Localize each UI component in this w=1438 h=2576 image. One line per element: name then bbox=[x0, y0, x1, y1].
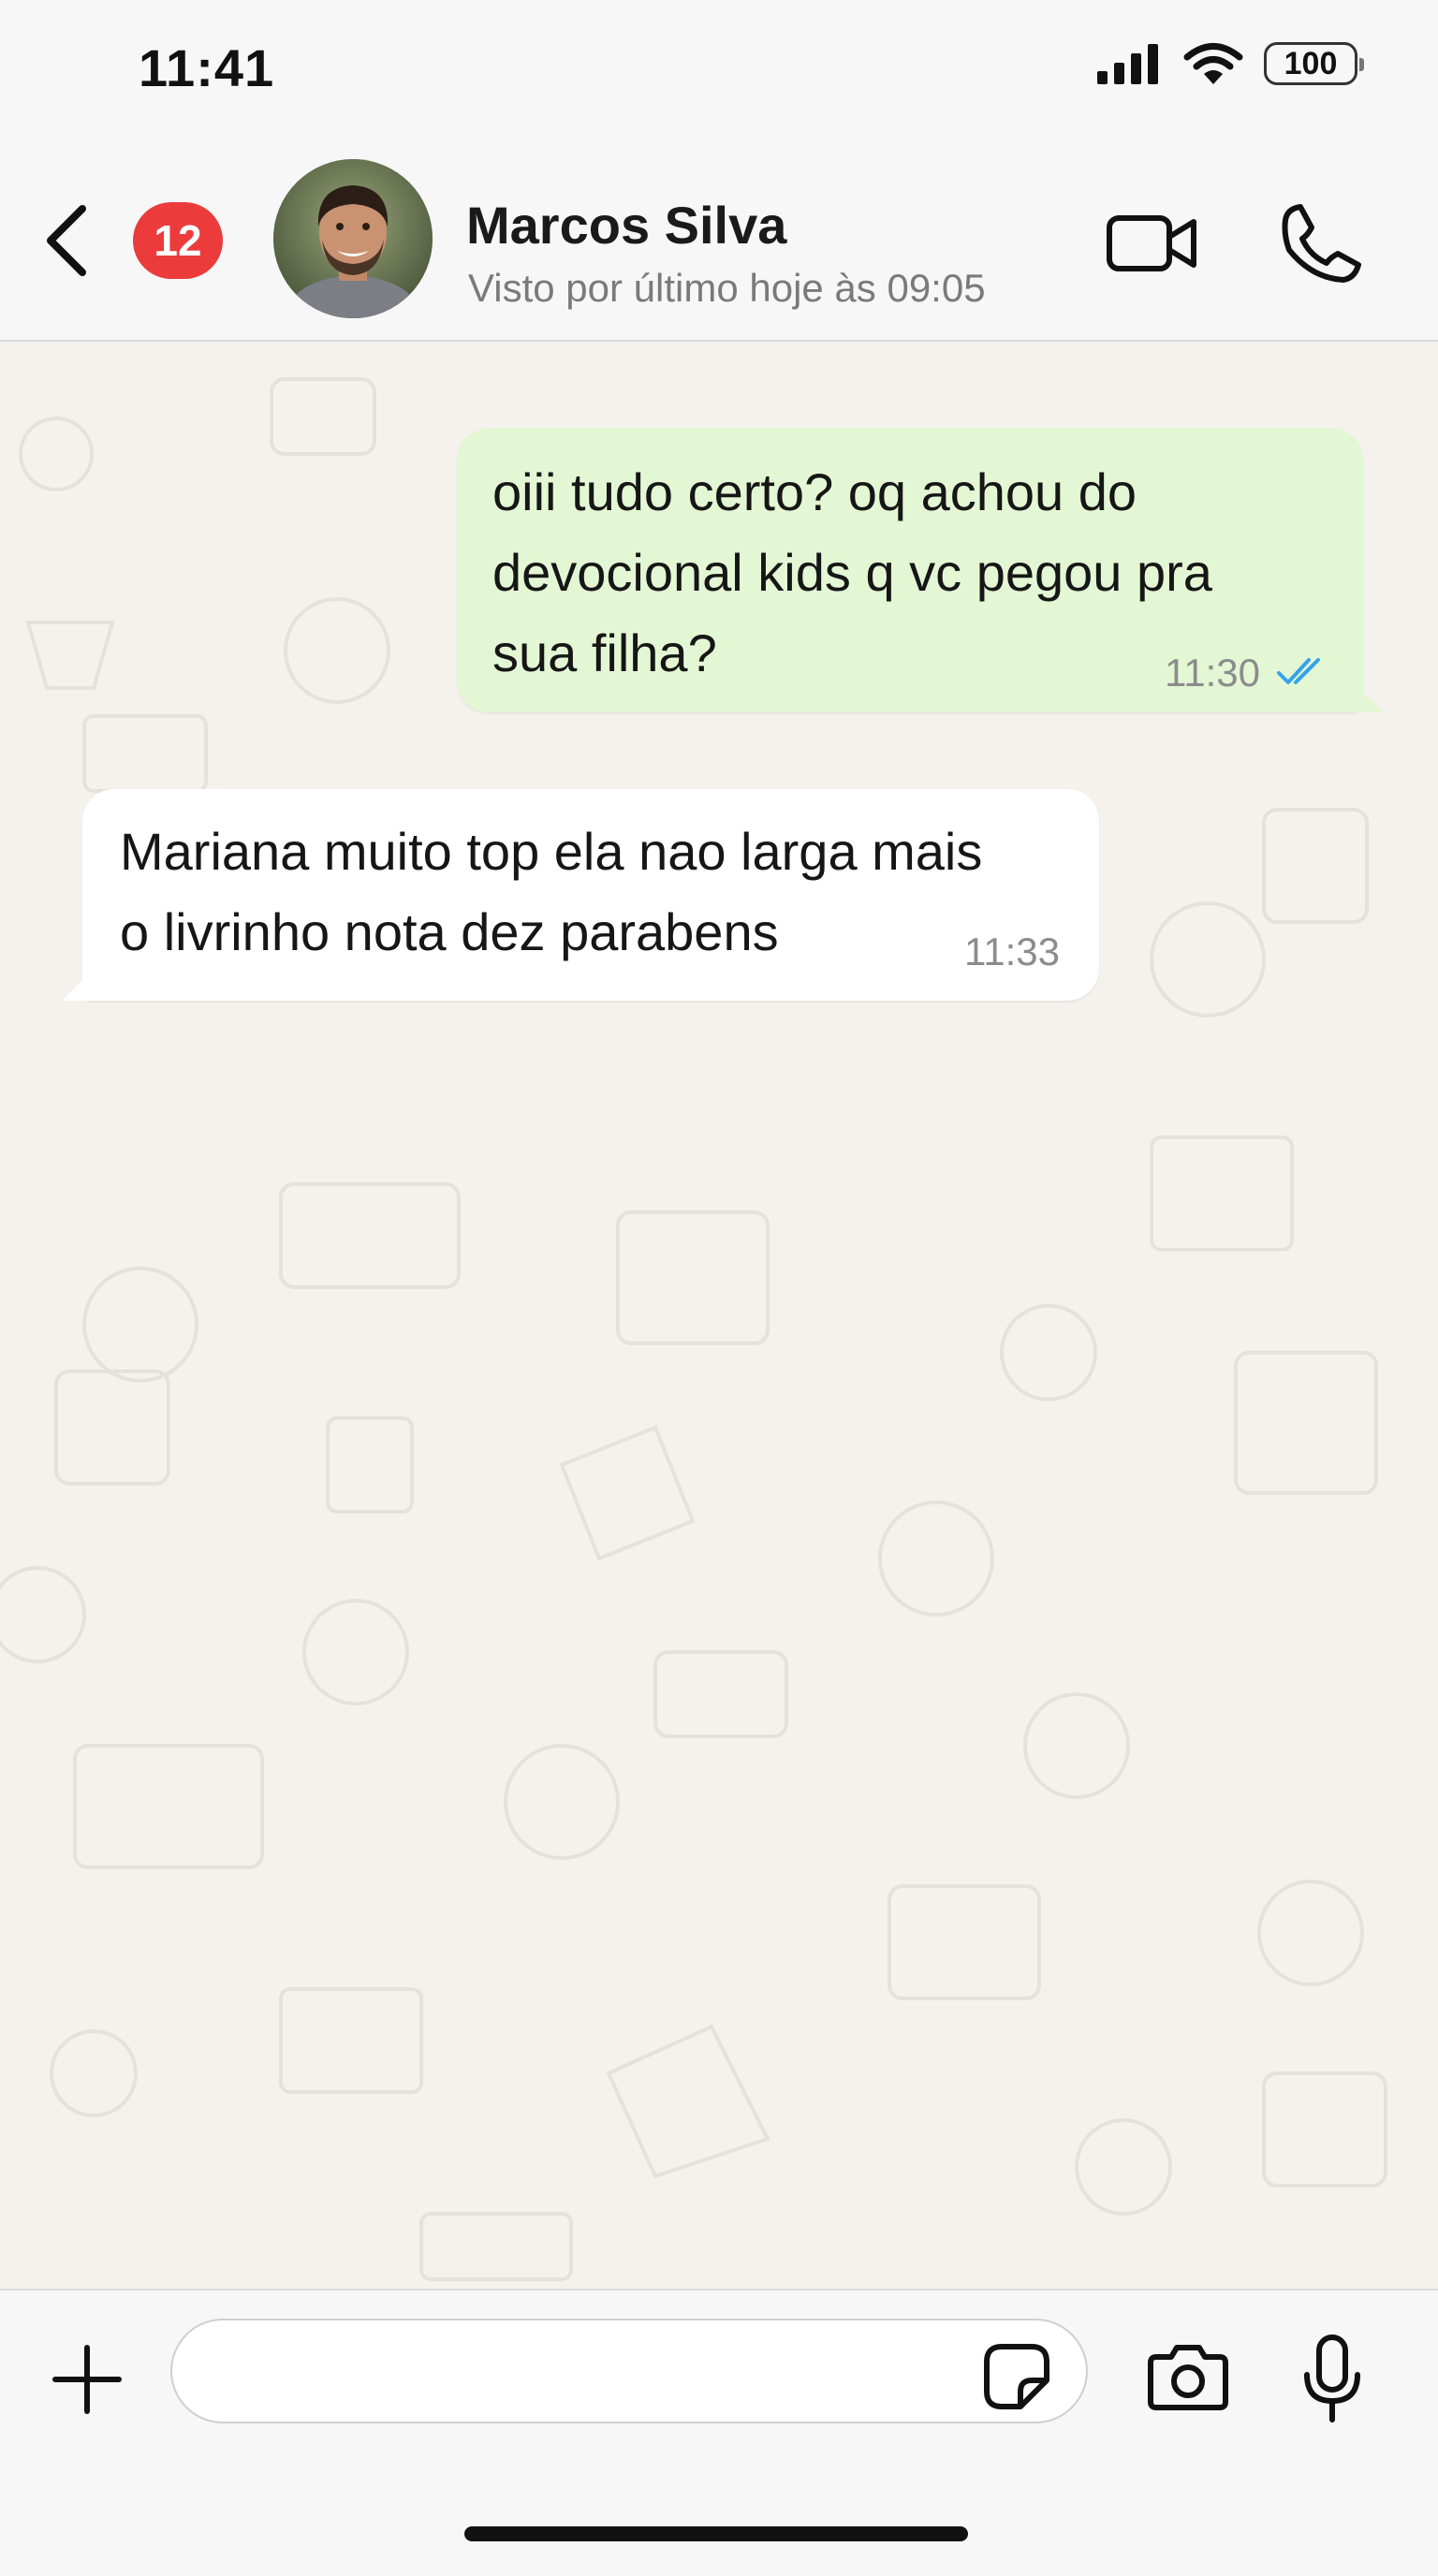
message-time: 11:30 bbox=[1165, 651, 1260, 695]
microphone-button[interactable] bbox=[1294, 2332, 1371, 2425]
chat-header: 12 Marcos Silva Visto por último hoje às… bbox=[0, 140, 1438, 342]
incoming-message[interactable]: Mariana muito top ela nao larga mais o l… bbox=[62, 789, 1099, 1001]
outgoing-message[interactable]: oiii tudo certo? oq achou do devocional … bbox=[457, 428, 1384, 712]
video-call-button[interactable] bbox=[1101, 206, 1204, 281]
phone-icon bbox=[1282, 204, 1361, 283]
camera-icon bbox=[1148, 2345, 1228, 2410]
home-indicator[interactable] bbox=[464, 2526, 968, 2541]
last-seen-status: Visto por último hoje às 09:05 bbox=[468, 266, 986, 310]
microphone-icon bbox=[1304, 2334, 1360, 2422]
message-line: oiii tudo certo? oq achou do bbox=[492, 462, 1137, 521]
chat-screen: 11:41 100 12 Marcos Silva Visto por últi… bbox=[0, 0, 1438, 2576]
contact-name[interactable]: Marcos Silva bbox=[466, 195, 786, 256]
message-text: Mariana muito top ela nao larga mais o l… bbox=[120, 812, 1056, 973]
sticker-icon bbox=[984, 2344, 1049, 2409]
message-line: Mariana muito top ela nao larga mais bbox=[120, 822, 983, 881]
sticker-button[interactable] bbox=[979, 2339, 1054, 2414]
message-input[interactable] bbox=[170, 2319, 1088, 2423]
status-time: 11:41 bbox=[139, 38, 275, 97]
battery-icon: 100 bbox=[1264, 42, 1364, 85]
status-icons: 100 bbox=[1095, 41, 1364, 86]
plus-icon bbox=[52, 2345, 122, 2414]
read-receipt-icon bbox=[1277, 658, 1320, 684]
message-line: o livrinho nota dez parabens bbox=[120, 902, 779, 961]
bubble-tail bbox=[1352, 681, 1384, 712]
bubble-tail bbox=[62, 969, 94, 1001]
back-button[interactable] bbox=[34, 198, 99, 283]
message-time: 11:33 bbox=[964, 929, 1060, 973]
unread-badge[interactable]: 12 bbox=[133, 202, 223, 279]
video-call-icon bbox=[1107, 215, 1196, 271]
wifi-icon bbox=[1183, 43, 1243, 84]
contact-avatar[interactable] bbox=[273, 159, 433, 318]
voice-call-button[interactable] bbox=[1275, 197, 1369, 290]
signal-icon bbox=[1097, 44, 1158, 84]
attach-button[interactable] bbox=[47, 2339, 127, 2420]
message-line: devocional kids q vc pegou pra bbox=[492, 543, 1212, 602]
back-icon bbox=[47, 205, 86, 276]
status-bar: 11:41 100 bbox=[0, 0, 1438, 140]
camera-button[interactable] bbox=[1144, 2337, 1232, 2416]
chat-area[interactable]: oiii tudo certo? oq achou do devocional … bbox=[0, 342, 1438, 2289]
battery-level: 100 bbox=[1284, 45, 1338, 81]
